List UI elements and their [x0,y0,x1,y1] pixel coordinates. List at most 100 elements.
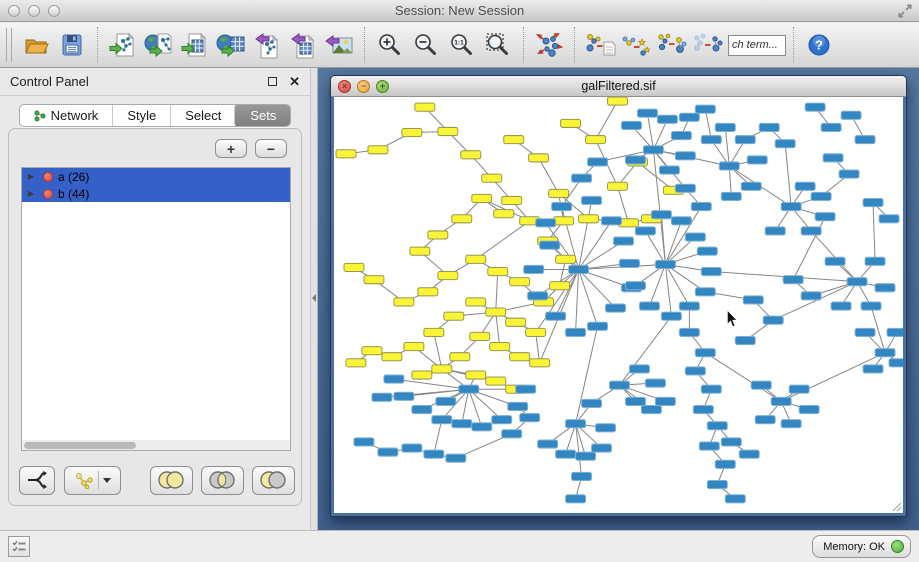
graph-edge[interactable] [579,269,598,326]
graph-edge[interactable] [576,269,579,332]
graph-node-blue[interactable] [566,328,586,336]
graph-node-blue[interactable] [861,302,881,310]
set-union-button[interactable] [150,466,193,495]
graph-node-blue[interactable] [789,385,809,393]
graph-node-blue[interactable] [821,123,841,131]
tab-sets[interactable]: Sets [234,104,291,127]
zoom-out-button[interactable] [408,26,444,64]
graph-node-blue[interactable] [691,203,711,211]
graph-node-yellow[interactable] [412,371,432,379]
graph-node-blue[interactable] [536,219,556,227]
set-row[interactable]: ▶b (44) [22,185,290,202]
graph-node-blue[interactable] [588,322,608,330]
panel-splitter[interactable] [310,68,318,530]
graph-node-blue[interactable] [707,422,727,430]
graph-node-yellow[interactable] [579,215,599,223]
graph-node-blue[interactable] [538,440,558,448]
graph-node-blue[interactable] [875,284,895,292]
graph-node-yellow[interactable] [415,103,435,111]
graph-edge[interactable] [596,101,618,140]
graph-node-yellow[interactable] [394,298,414,306]
graph-node-blue[interactable] [569,265,589,273]
graph-node-blue[interactable] [596,424,616,432]
graph-node-yellow[interactable] [472,194,492,202]
graph-node-yellow[interactable] [404,343,424,351]
graph-node-yellow[interactable] [550,282,570,290]
graph-node-blue[interactable] [566,420,586,428]
graph-node-blue[interactable] [781,203,801,211]
copy-network-to-file-button[interactable] [582,26,618,64]
graph-node-blue[interactable] [795,182,815,190]
frame-resize-grip[interactable] [890,500,902,512]
export-table-button[interactable] [285,26,321,64]
fullscreen-icon[interactable] [897,3,913,19]
import-network-file-button[interactable] [105,26,141,64]
dropdown-arrow-icon[interactable] [103,478,111,483]
graph-node-yellow[interactable] [554,217,574,225]
graph-node-blue[interactable] [759,123,779,131]
graph-node-yellow[interactable] [529,154,549,162]
graph-node-blue[interactable] [695,288,715,296]
graph-node-blue[interactable] [619,259,639,267]
graph-node-blue[interactable] [629,365,649,373]
graph-node-blue[interactable] [825,257,845,265]
window-minimize-button[interactable] [28,5,40,17]
disclosure-triangle-icon[interactable]: ▶ [28,172,38,181]
graph-node-blue[interactable] [432,416,452,424]
graph-node-yellow[interactable] [402,128,422,136]
graph-node-blue[interactable] [707,481,727,489]
zoom-fit-button[interactable] [480,26,516,64]
graph-edge[interactable] [462,389,469,423]
graph-node-blue[interactable] [855,136,875,144]
graph-node-yellow[interactable] [450,353,470,361]
import-network-web-button[interactable] [141,26,177,64]
remove-set-button[interactable]: − [255,139,287,158]
graph-node-blue[interactable] [695,349,715,357]
graph-node-yellow[interactable] [488,267,508,275]
graph-node-yellow[interactable] [530,359,550,367]
graph-node-blue[interactable] [865,257,885,265]
graph-node-yellow[interactable] [506,318,526,326]
graph-node-blue[interactable] [639,302,659,310]
graph-node-yellow[interactable] [428,231,448,239]
graph-edge[interactable] [576,424,582,477]
graph-node-yellow[interactable] [466,371,486,379]
graph-node-blue[interactable] [679,113,699,121]
memory-status-button[interactable]: Memory: OK [812,535,911,558]
export-image-button[interactable] [321,26,357,64]
graph-node-blue[interactable] [610,381,630,389]
graph-node-blue[interactable] [446,454,466,462]
split-set-button[interactable] [19,466,55,495]
graph-node-blue[interactable] [625,282,645,290]
graph-node-blue[interactable] [805,103,825,111]
graph-node-blue[interactable] [741,182,761,190]
graph-node-yellow[interactable] [490,343,510,351]
graph-node-yellow[interactable] [424,328,444,336]
graph-node-blue[interactable] [685,233,705,241]
graph-node-blue[interactable] [811,192,831,200]
graph-node-yellow[interactable] [438,127,458,135]
graph-edge[interactable] [781,353,885,402]
graph-node-yellow[interactable] [486,377,506,385]
network-graph[interactable] [334,97,903,513]
graph-node-blue[interactable] [635,227,655,235]
graph-node-blue[interactable] [516,385,536,393]
graph-node-blue[interactable] [735,136,755,144]
graph-node-blue[interactable] [783,276,803,284]
graph-node-blue[interactable] [841,111,861,119]
graph-node-yellow[interactable] [470,332,490,340]
graph-node-yellow[interactable] [346,359,366,367]
graph-node-blue[interactable] [508,402,528,410]
graph-node-blue[interactable] [546,312,566,320]
graph-node-blue[interactable] [614,237,634,245]
graph-node-blue[interactable] [412,405,432,413]
graph-node-blue[interactable] [492,416,512,424]
graph-node-blue[interactable] [651,211,671,219]
graph-node-yellow[interactable] [549,189,569,197]
graph-node-blue[interactable] [592,444,612,452]
tab-style[interactable]: Style [112,105,170,126]
frame-close-button[interactable]: × [338,80,351,93]
graph-node-yellow[interactable] [510,353,530,361]
graph-node-blue[interactable] [875,349,895,357]
graph-node-yellow[interactable] [482,174,502,182]
